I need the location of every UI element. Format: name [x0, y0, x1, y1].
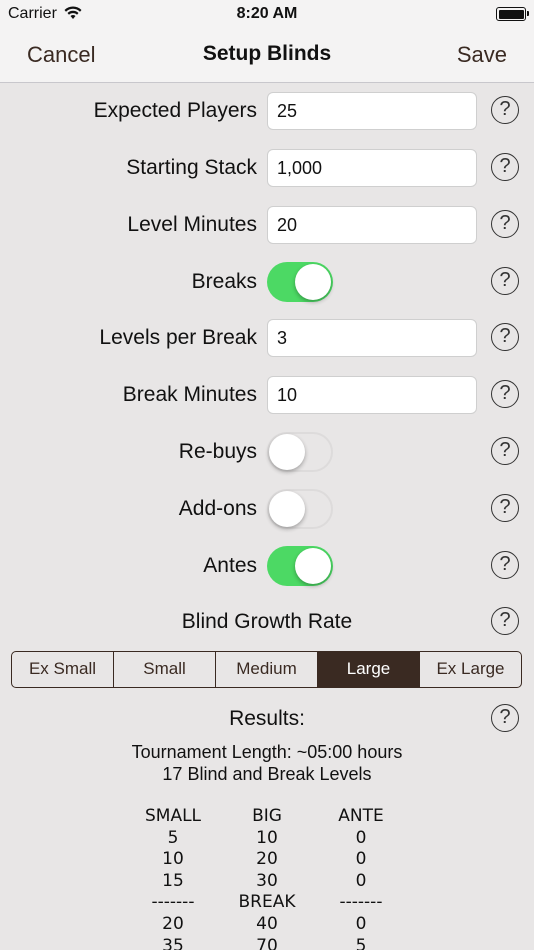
antes-row: Antes ? — [0, 546, 534, 586]
starting-stack-row: Starting Stack 1,000 ? — [0, 148, 534, 188]
levels-per-break-input[interactable]: 3 — [267, 319, 477, 357]
blind-growth-rate-help-icon[interactable]: ? — [491, 607, 519, 635]
antes-label: Antes — [203, 554, 257, 577]
levels-count: 17 Blind and Break Levels — [162, 764, 372, 784]
rebuys-toggle[interactable] — [267, 432, 333, 472]
antes-toggle[interactable] — [267, 546, 333, 586]
break-minutes-row: Break Minutes 10 ? — [0, 375, 534, 415]
toggle-knob — [269, 491, 305, 527]
starting-stack-help-icon[interactable]: ? — [491, 153, 519, 181]
cell-ante: 5 — [355, 935, 367, 950]
levels-per-break-label: Levels per Break — [99, 326, 257, 349]
addons-row: Add-ons ? — [0, 489, 534, 529]
header-ante: ANTE — [338, 806, 384, 826]
status-time: 8:20 AM — [236, 5, 298, 22]
growth-rate-segmented-control: Ex Small Small Medium Large Ex Large — [11, 651, 522, 688]
break-minutes-input[interactable]: 10 — [267, 376, 477, 414]
page-title: Setup Blinds — [202, 42, 332, 65]
breaks-help-icon[interactable]: ? — [491, 267, 519, 295]
levels-per-break-row: Levels per Break 3 ? — [0, 318, 534, 358]
table-row: 5 10 0 — [0, 828, 534, 850]
table-row: 20 40 0 — [0, 914, 534, 936]
addons-toggle[interactable] — [267, 489, 333, 529]
table-row: 35 70 5 — [0, 936, 534, 950]
results-heading: Results: — [229, 707, 305, 730]
blind-growth-rate-row: Blind Growth Rate ? — [0, 602, 534, 642]
toggle-knob — [269, 434, 305, 470]
rebuys-label: Re-buys — [178, 440, 257, 463]
break-divider: ------- — [339, 892, 383, 913]
expected-players-label: Expected Players — [93, 99, 257, 122]
level-minutes-input[interactable]: 20 — [267, 206, 477, 244]
break-minutes-help-icon[interactable]: ? — [491, 380, 519, 408]
antes-help-icon[interactable]: ? — [491, 551, 519, 579]
save-button[interactable]: Save — [457, 42, 507, 68]
tournament-length: Tournament Length: ~05:00 hours — [131, 742, 403, 762]
results-heading-row: Results: ? — [0, 699, 534, 739]
segment-small[interactable]: Small — [114, 652, 216, 687]
cell-ante: 0 — [355, 913, 367, 934]
battery-icon — [496, 7, 529, 21]
blind-levels-table: SMALL BIG ANTE 5 10 0 10 20 0 15 30 0 --… — [0, 806, 534, 950]
segment-ex-small[interactable]: Ex Small — [12, 652, 114, 687]
cell-ante: 0 — [355, 870, 367, 891]
navigation-bar: Cancel Setup Blinds Save — [0, 28, 534, 83]
toggle-knob — [295, 264, 331, 300]
segment-large[interactable]: Large — [318, 652, 420, 687]
table-header-row: SMALL BIG ANTE — [0, 806, 534, 828]
addons-label: Add-ons — [178, 497, 257, 520]
breaks-label: Breaks — [191, 270, 257, 293]
status-bar: Carrier 8:20 AM — [0, 0, 534, 28]
expected-players-row: Expected Players 25 ? — [0, 91, 534, 131]
breaks-toggle[interactable] — [267, 262, 333, 302]
level-minutes-label: Level Minutes — [127, 213, 257, 236]
toggle-knob — [295, 548, 331, 584]
expected-players-help-icon[interactable]: ? — [491, 96, 519, 124]
break-row: ------- BREAK ------- — [0, 892, 534, 914]
levels-per-break-help-icon[interactable]: ? — [491, 323, 519, 351]
table-row: 10 20 0 — [0, 849, 534, 871]
level-minutes-help-icon[interactable]: ? — [491, 210, 519, 238]
addons-help-icon[interactable]: ? — [491, 494, 519, 522]
break-minutes-label: Break Minutes — [122, 383, 257, 406]
rebuys-row: Re-buys ? — [0, 432, 534, 472]
table-row: 15 30 0 — [0, 871, 534, 893]
rebuys-help-icon[interactable]: ? — [491, 437, 519, 465]
breaks-row: Breaks ? — [0, 262, 534, 302]
segment-ex-large[interactable]: Ex Large — [420, 652, 521, 687]
starting-stack-label: Starting Stack — [126, 156, 257, 179]
level-minutes-row: Level Minutes 20 ? — [0, 205, 534, 245]
results-help-icon[interactable]: ? — [491, 704, 519, 732]
segment-medium[interactable]: Medium — [216, 652, 318, 687]
cell-ante: 0 — [355, 849, 367, 870]
cell-ante: 0 — [355, 827, 367, 848]
starting-stack-input[interactable]: 1,000 — [267, 149, 477, 187]
expected-players-input[interactable]: 25 — [267, 92, 477, 130]
blind-growth-rate-label: Blind Growth Rate — [181, 610, 353, 633]
